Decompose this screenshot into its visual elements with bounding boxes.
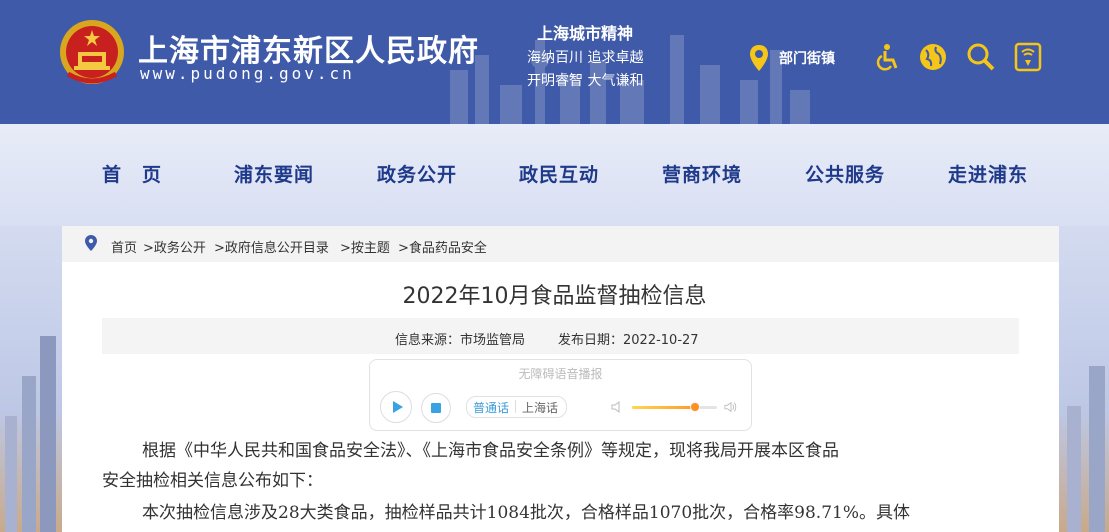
elderly-mode-icon[interactable] [1013,42,1043,72]
accessibility-icon[interactable] [872,42,902,72]
article-date: 发布日期：2022-10-27 [558,333,699,348]
breadcrumb-by-topic[interactable]: >按主题 [340,237,390,256]
location-pin-icon [750,45,768,71]
nav-business-env[interactable]: 营商环境 [662,160,742,187]
national-emblem-logo [60,20,124,84]
nav-public-service[interactable]: 公共服务 [805,160,885,187]
search-icon[interactable] [966,42,996,72]
nav-pudong-news[interactable]: 浦东要闻 [234,160,314,187]
volume-low-icon[interactable] [610,400,624,414]
play-icon [393,401,403,413]
site-url[interactable]: www.pudong.gov.cn [140,64,355,83]
site-header: 上海市浦东新区人民政府 www.pudong.gov.cn 上海城市精神 海纳百… [0,0,1109,124]
article-title: 2022年10月食品监督抽检信息 [402,284,707,309]
nav-gov-affairs[interactable]: 政务公开 [377,160,457,187]
volume-high-icon[interactable] [724,400,738,414]
breadcrumb-directory[interactable]: >政府信息公开目录 [214,237,329,256]
stop-icon [431,403,441,413]
breadcrumb [62,226,1059,262]
lang-mandarin-option[interactable]: 普通话 [473,399,509,416]
nav-home[interactable]: 首 页 [102,160,162,187]
breadcrumb-gov-affairs[interactable]: >政务公开 [143,237,206,256]
lang-divider [515,400,516,413]
breadcrumb-home[interactable]: 首页 [111,237,137,256]
motto-title: 上海城市精神 [537,24,634,43]
nav-interaction[interactable]: 政民互动 [519,160,599,187]
motto-line: 海纳百川 追求卓越 [527,50,644,66]
body-paragraph-line: 安全抽检相关信息公布如下： [102,471,323,491]
lang-shanghainese-option[interactable]: 上海话 [522,399,558,416]
play-button[interactable] [380,391,412,423]
motto-line: 开明睿智 大气谦和 [527,73,644,89]
city-background-left [0,226,62,532]
breadcrumb-food-drug[interactable]: >食品药品安全 [398,237,487,256]
body-paragraph-line: 本次抽检信息涉及28大类食品，抽检样品共计1084批次，合格样品1070批次，合… [142,503,910,523]
dept-streets-link[interactable]: 部门街镇 [779,48,835,68]
player-title: 无障碍语音播报 [518,367,603,381]
volume-slider-fill [632,406,695,409]
article-source: 信息来源：市场监管局 [395,333,526,348]
stop-button[interactable] [421,393,451,423]
globe-icon[interactable] [918,42,948,72]
body-paragraph-line: 根据《中华人民共和国食品安全法》、《上海市食品安全条例》等规定，现将我局开展本区… [142,441,839,461]
city-background-right [1059,226,1109,532]
volume-slider-handle[interactable] [689,402,700,412]
location-pin-icon [85,235,97,251]
nav-about-pudong[interactable]: 走进浦东 [948,160,1028,187]
